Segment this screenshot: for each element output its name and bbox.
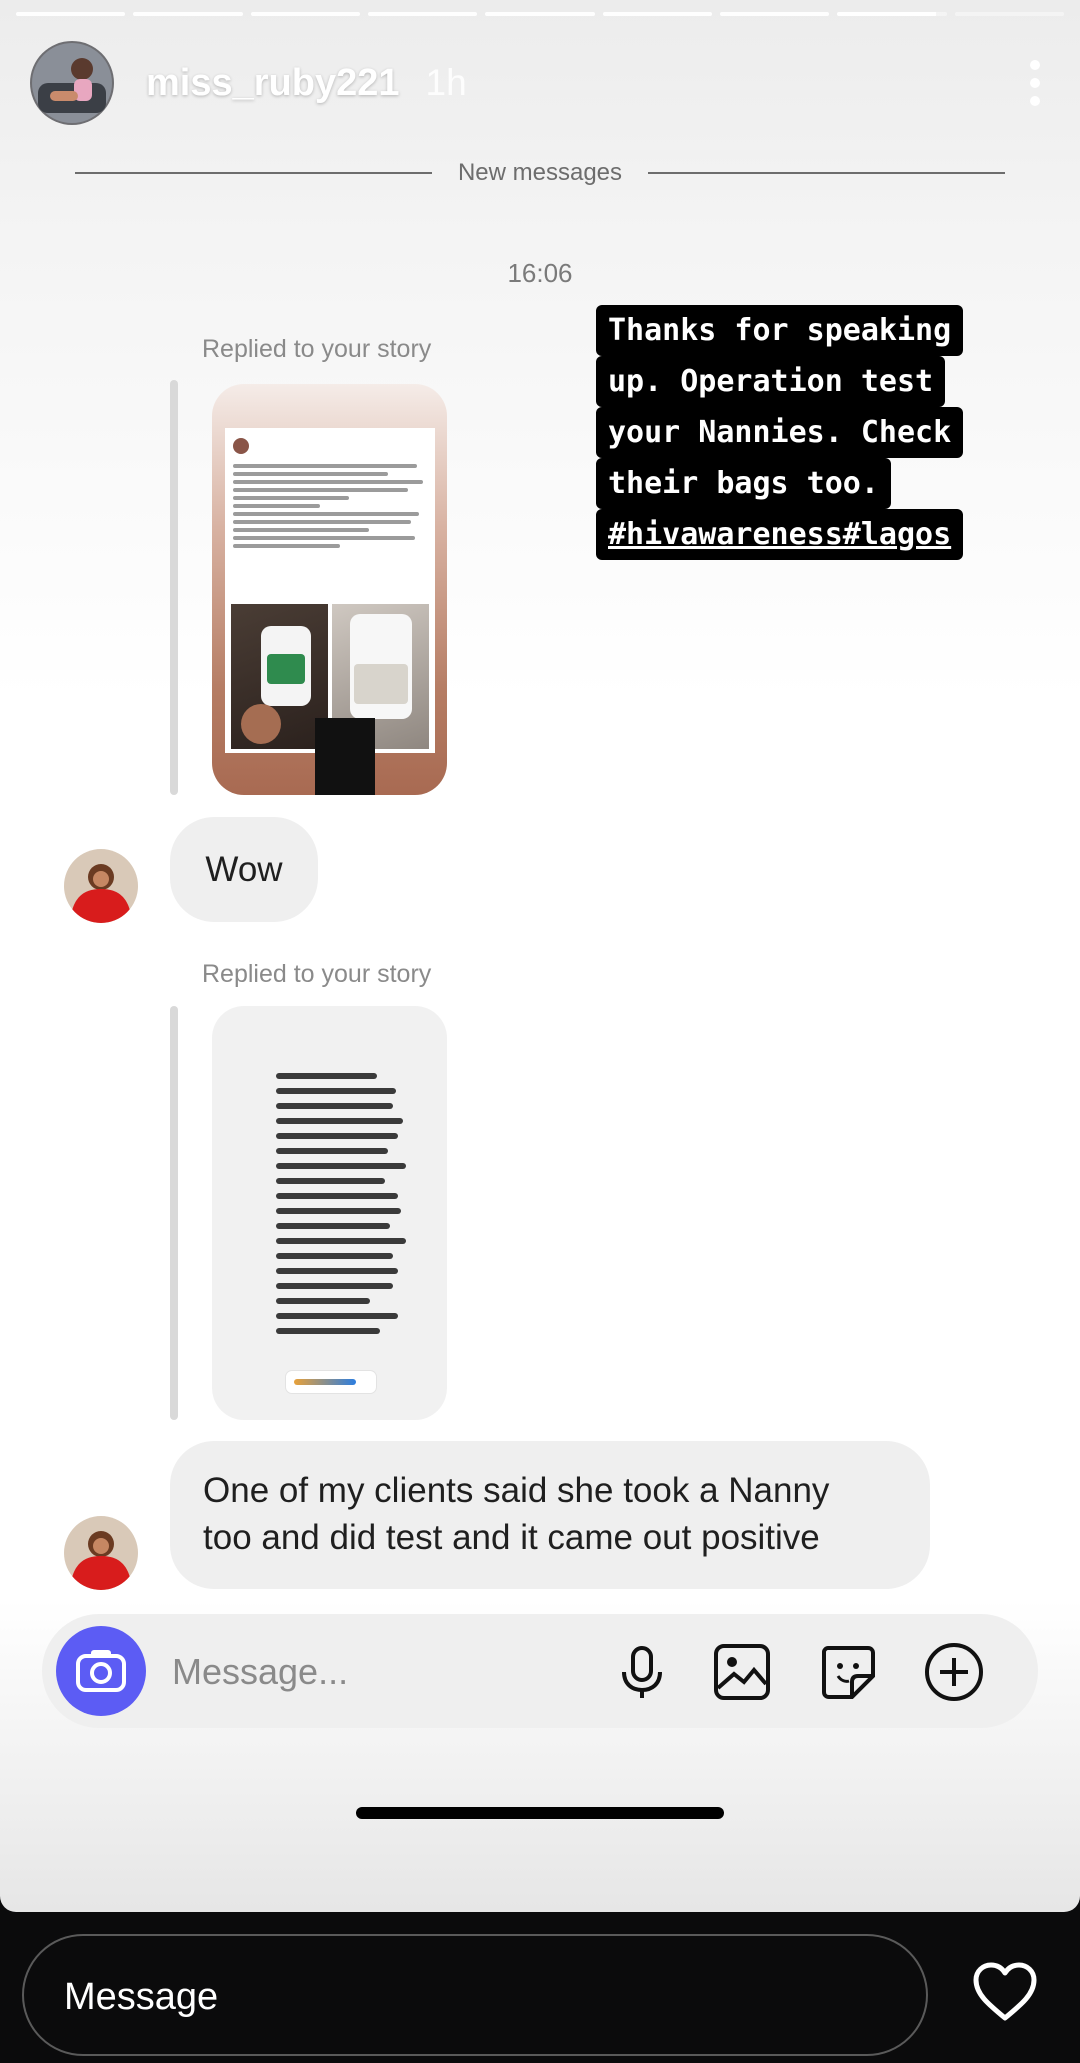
add-icon[interactable] bbox=[922, 1640, 986, 1704]
story-reply-field[interactable] bbox=[22, 1934, 928, 2056]
progress-segment bbox=[719, 12, 830, 16]
gallery-icon[interactable] bbox=[710, 1640, 774, 1704]
chat-composer bbox=[42, 1614, 1038, 1728]
overlay-line: Thanks for speaking bbox=[596, 305, 964, 356]
avatar[interactable] bbox=[30, 41, 114, 125]
story-frame: miss_ruby221 1h New messages 16:06 Thank… bbox=[0, 0, 1080, 1912]
heart-icon[interactable] bbox=[970, 1958, 1040, 2028]
story-thumbnail[interactable] bbox=[212, 384, 447, 795]
camera-icon bbox=[76, 1650, 126, 1692]
new-messages-label: New messages bbox=[457, 159, 623, 186]
overlay-line: up. Operation test bbox=[596, 356, 946, 407]
avatar[interactable] bbox=[64, 849, 138, 923]
progress-segment bbox=[250, 12, 360, 16]
story-reply-input[interactable] bbox=[62, 1964, 886, 2030]
new-messages-divider: New messages bbox=[75, 158, 1005, 188]
replied-to-story-label: Replied to your story bbox=[202, 335, 432, 363]
story-reply-bar bbox=[0, 1912, 1080, 2063]
home-indicator bbox=[356, 1807, 724, 1819]
progress-segment bbox=[16, 12, 126, 16]
story-progress bbox=[16, 12, 1064, 16]
message-text: One of my clients said she took a Nanny bbox=[203, 1471, 830, 1510]
story-username[interactable]: miss_ruby221 bbox=[146, 62, 400, 105]
chat-timestamp: 16:06 bbox=[507, 258, 573, 288]
message-bubble[interactable]: One of my clients said she took a Nanny … bbox=[170, 1441, 930, 1589]
progress-segment bbox=[133, 12, 243, 16]
story-thumbnail[interactable] bbox=[212, 1006, 447, 1420]
story-text-overlay: Thanks for speaking up. Operation test y… bbox=[596, 305, 1016, 560]
more-options-icon[interactable] bbox=[1020, 53, 1050, 113]
overlay-line: their bags too. bbox=[596, 458, 891, 509]
progress-segment-current bbox=[837, 12, 947, 16]
message-bubble[interactable]: Wow bbox=[170, 817, 318, 922]
camera-button[interactable] bbox=[56, 1626, 146, 1716]
avatar[interactable] bbox=[64, 1516, 138, 1590]
progress-segment bbox=[602, 12, 712, 16]
reply-quote-bar bbox=[170, 380, 178, 795]
message-text: too and did test and it came out positiv… bbox=[203, 1518, 820, 1557]
story-header: miss_ruby221 1h bbox=[30, 38, 1050, 128]
sticker-icon[interactable] bbox=[816, 1640, 880, 1704]
overlay-hashtags[interactable]: #hivawareness#lagos bbox=[596, 509, 964, 560]
message-input[interactable] bbox=[170, 1638, 594, 1706]
progress-segment bbox=[367, 12, 478, 16]
replied-to-story-label: Replied to your story bbox=[202, 960, 432, 988]
reply-quote-bar bbox=[170, 1006, 178, 1420]
message-text: Wow bbox=[205, 850, 283, 889]
overlay-line: your Nannies. Check bbox=[596, 407, 964, 458]
story-time: 1h bbox=[425, 62, 467, 103]
progress-segment bbox=[485, 12, 595, 16]
microphone-icon[interactable] bbox=[610, 1640, 674, 1704]
progress-segment bbox=[954, 12, 1064, 16]
